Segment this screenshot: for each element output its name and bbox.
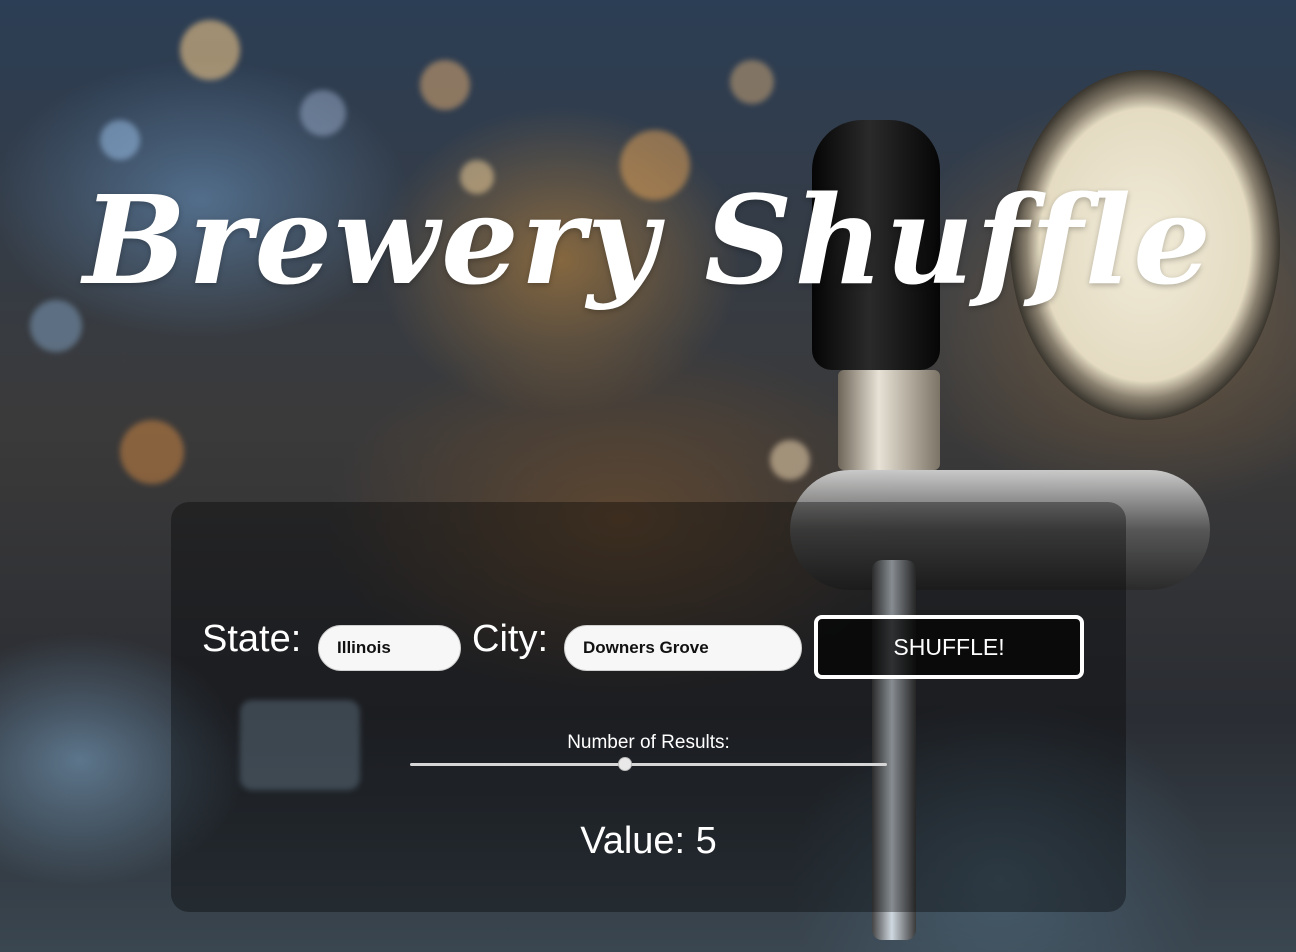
bokeh-light <box>120 420 184 484</box>
state-label: State: <box>202 618 302 660</box>
beer-tap-collar <box>838 370 940 470</box>
bokeh-light <box>100 120 140 160</box>
page-title: Brewery Shuffle <box>83 168 1213 312</box>
page: Brewery Shuffle State: City: SHUFFLE! Nu… <box>0 0 1296 952</box>
bokeh-light <box>730 60 774 104</box>
bokeh-light <box>770 440 810 480</box>
results-slider[interactable] <box>410 757 887 771</box>
state-input[interactable] <box>318 625 461 671</box>
results-value: Value: 5 <box>580 820 717 862</box>
bokeh-light <box>180 20 240 80</box>
shuffle-button[interactable]: SHUFFLE! <box>814 615 1084 679</box>
city-input[interactable] <box>564 625 802 671</box>
results-slider-label: Number of Results: <box>567 732 730 753</box>
city-label: City: <box>472 618 548 660</box>
bokeh-light <box>420 60 470 110</box>
results-slider-thumb[interactable] <box>617 757 632 771</box>
bokeh-light <box>300 90 346 136</box>
search-panel: State: City: SHUFFLE! Number of Results:… <box>171 502 1126 912</box>
